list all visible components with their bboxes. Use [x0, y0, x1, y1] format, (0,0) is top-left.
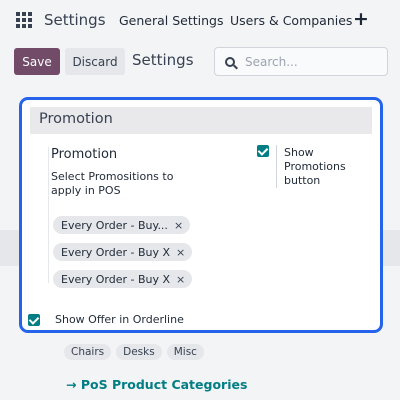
menu-users-companies[interactable]: Users & Companies [230, 13, 352, 28]
search-input[interactable] [245, 54, 375, 69]
search-box[interactable] [214, 47, 388, 76]
plus-icon[interactable]: + [353, 8, 369, 30]
discard-button[interactable]: Discard [65, 48, 125, 75]
show-offer-label: Show Offer in Orderline [55, 313, 184, 326]
arrow-right-icon: → [66, 377, 77, 392]
field-title: Promotion [51, 147, 118, 162]
show-promotions-label: Show Promotions button [284, 146, 346, 187]
section-header: Promotion [30, 107, 372, 134]
divider [48, 147, 49, 283]
pos-categories-link-label: PoS Product Categories [80, 377, 248, 392]
app-name[interactable]: Settings [44, 11, 106, 29]
save-button[interactable]: Save [14, 48, 60, 75]
remove-tag-icon[interactable]: × [174, 219, 190, 232]
apps-grid-icon[interactable] [16, 12, 32, 28]
section-title: Promotion [39, 111, 113, 127]
remove-tag-icon[interactable]: × [176, 246, 192, 259]
promotion-tag-label: Every Order - Buy X [61, 272, 171, 286]
category-tag[interactable]: Misc [166, 344, 204, 360]
category-tags: Chairs Desks Misc [64, 344, 204, 360]
pos-categories-link[interactable]: → PoS Product Categories [66, 377, 247, 392]
promotion-settings-card: Promotion Promotion Select Promositions … [19, 97, 383, 333]
promotion-tag-label: Every Order - Buy... [61, 218, 168, 232]
promotion-tag[interactable]: Every Order - Buy... × [53, 216, 191, 234]
field-description: Select Promositions to apply in POS [51, 170, 174, 197]
divider [276, 145, 277, 188]
menu-general-settings[interactable]: General Settings [119, 13, 224, 28]
category-tag[interactable]: Chairs [64, 344, 112, 360]
promotion-tag[interactable]: Every Order - Buy X × [53, 243, 193, 261]
search-icon [225, 56, 235, 67]
category-tag[interactable]: Desks [116, 344, 162, 360]
show-promotions-checkbox[interactable] [257, 145, 269, 157]
page-title: Settings [132, 51, 194, 69]
show-offer-checkbox[interactable] [28, 314, 40, 326]
promotion-tag[interactable]: Every Order - Buy X × [53, 270, 193, 288]
remove-tag-icon[interactable]: × [176, 273, 192, 286]
top-navbar: Settings General Settings Users & Compan… [0, 0, 400, 40]
promotion-tag-label: Every Order - Buy X [61, 245, 171, 259]
